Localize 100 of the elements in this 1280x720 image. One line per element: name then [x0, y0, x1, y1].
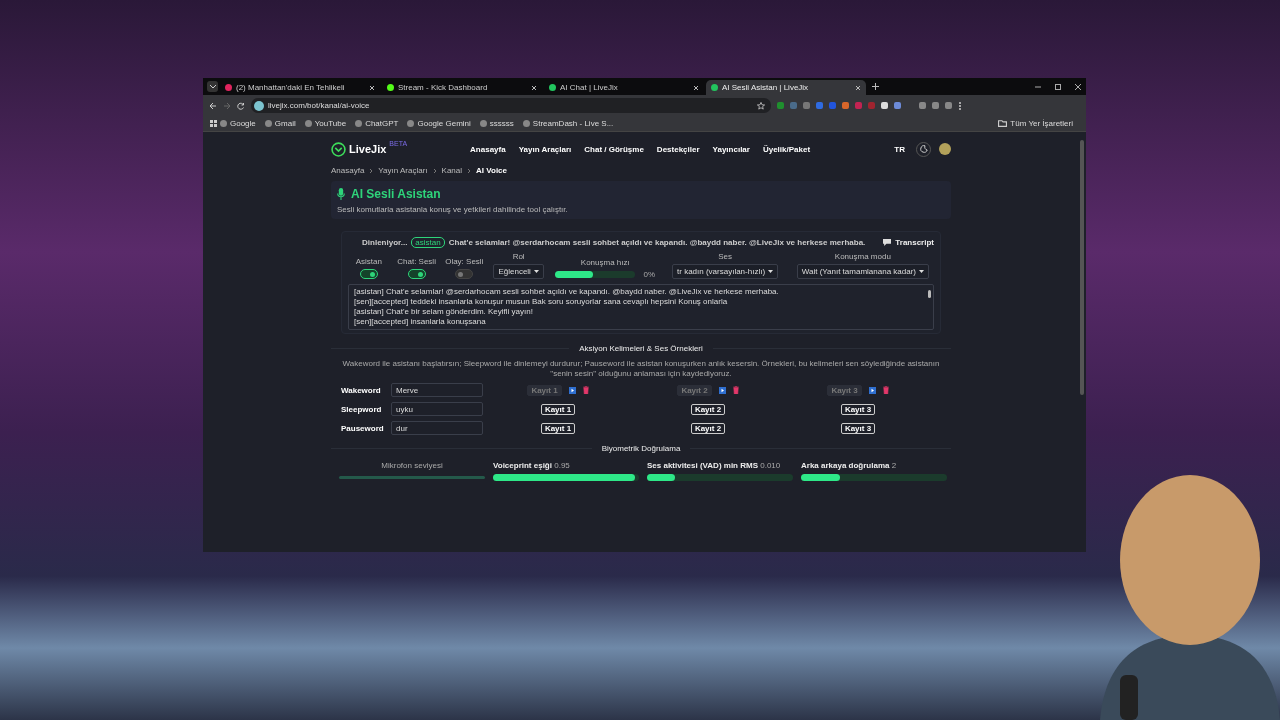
speed-slider[interactable] — [555, 271, 636, 278]
section-title: Aksiyon Kelimeleri & Ses Örnekleri — [578, 344, 704, 353]
close-icon[interactable] — [369, 84, 375, 91]
close-icon[interactable] — [855, 84, 861, 91]
record-button[interactable]: Kayıt 1 — [540, 422, 576, 434]
record-button[interactable]: Kayıt 3 — [840, 403, 876, 415]
bookmark-icon — [522, 120, 530, 127]
back-icon[interactable] — [209, 101, 217, 110]
bookmark-link[interactable]: YouTube — [314, 119, 347, 128]
bookmark-link[interactable]: Google — [230, 119, 256, 128]
scrollbar[interactable] — [1080, 140, 1084, 395]
browser-tab[interactable]: AI Sesli Asistan | LiveJix — [706, 80, 866, 95]
assistant-message: Chat'e selamlar! @serdarhocam sesli sohbet açıldı ve kapandı. @baydd naber. @LiveJix ve herkese merhaba. — [448, 238, 866, 247]
bookmark-link[interactable]: Gmail — [274, 119, 296, 128]
chevron-icon — [467, 167, 472, 174]
scrollbar[interactable] — [928, 290, 931, 298]
toggle-label: Asistan — [355, 257, 382, 266]
word-input-field[interactable]: Merve — [391, 383, 483, 397]
bookmark-link[interactable]: StreamDash - Live S... — [532, 119, 614, 128]
slider[interactable] — [801, 474, 947, 481]
breadcrumb-link[interactable]: Anasayfa — [331, 166, 365, 175]
word-input-field[interactable]: dur — [391, 421, 483, 435]
play-icon[interactable] — [568, 386, 576, 394]
nav-link[interactable]: Destekçiler — [656, 144, 700, 154]
address-bar[interactable]: livejix.com/bot/kanal/ai-voice — [251, 98, 771, 113]
breadcrumb-link[interactable]: Yayın Araçları — [378, 166, 428, 175]
chevron-icon — [432, 167, 437, 174]
toggle-switch[interactable] — [407, 269, 426, 279]
breadcrumb-link[interactable]: Kanal — [441, 166, 463, 175]
breadcrumb-link[interactable]: AI Voice — [476, 166, 508, 175]
bookmark-icon — [407, 120, 415, 127]
trash-icon[interactable] — [582, 386, 589, 394]
caret-icon[interactable] — [208, 83, 217, 90]
close-icon[interactable] — [1074, 82, 1082, 91]
transcript-button[interactable]: Transcript — [895, 238, 934, 247]
language-button[interactable]: TR — [894, 144, 905, 154]
bookmark-link[interactable]: Google Gemini — [417, 119, 471, 128]
record-button[interactable]: Kayıt 3 — [840, 422, 876, 434]
slider-label: Ses aktivitesi (VAD) min RMS 0.010 — [647, 461, 782, 470]
play-icon[interactable] — [868, 386, 876, 394]
slider[interactable] — [647, 474, 793, 481]
logo-text[interactable]: LiveJix — [349, 143, 387, 155]
maximize-icon[interactable] — [1054, 82, 1062, 91]
new-tab-icon[interactable] — [872, 83, 879, 90]
meter-label: Mikrofon seviyesi — [380, 461, 444, 470]
site-info-icon[interactable] — [254, 100, 264, 111]
record-button[interactable]: Kayıt 2 — [690, 403, 726, 415]
nav-link[interactable]: Yayıncılar — [712, 144, 750, 154]
mode-label: Konuşma modu — [834, 252, 891, 261]
toggle-label: Chat: Sesli — [397, 257, 436, 266]
log-line: [sen][accepted] insanlarla konuşsana — [354, 317, 487, 327]
chat-icon[interactable] — [883, 239, 892, 246]
nav-link[interactable]: Anasayfa — [470, 144, 506, 154]
bookmark-link[interactable]: ChatGPT — [365, 119, 399, 128]
role-label: Rol — [512, 252, 525, 261]
log-line: [asistan] Chat'e bir selam gönderdim. Keyifli yayın! — [354, 307, 534, 317]
word-input-field[interactable]: uyku — [391, 402, 483, 416]
mode-dropdown[interactable]: Wait (Yanıt tamamlanana kadar) — [796, 264, 929, 279]
role-dropdown[interactable]: Eğlenceli — [493, 264, 544, 279]
star-icon[interactable] — [757, 101, 765, 110]
browser-tab[interactable]: Stream - Kick Dashboard — [382, 80, 542, 95]
voice-dropdown[interactable]: tr kadın (varsayılan-hızlı) — [672, 264, 779, 279]
play-icon[interactable] — [718, 386, 726, 394]
bookmark-link[interactable]: ssssss — [489, 119, 514, 128]
reload-icon[interactable] — [237, 101, 245, 110]
word-label: Pauseword — [341, 423, 385, 433]
bookmark-icon — [264, 120, 272, 127]
nav-link[interactable]: Üyelik/Paket — [762, 144, 811, 154]
apps-icon[interactable] — [210, 120, 217, 127]
toggle-switch[interactable] — [359, 269, 378, 279]
moon-icon[interactable] — [919, 145, 928, 153]
nav-link[interactable]: Chat / Görüşme — [584, 144, 644, 154]
more-icon[interactable] — [958, 100, 962, 111]
folder-icon[interactable] — [998, 120, 1008, 127]
nav-link[interactable]: Yayın Araçları — [518, 144, 572, 154]
all-bookmarks-link[interactable]: Tüm Yer İşaretleri — [1010, 119, 1073, 128]
toggle-switch[interactable] — [455, 269, 474, 279]
voice-label: Ses — [718, 252, 732, 261]
log-line: [sen][accepted] teddeki insanlarla konuşur musun Bak soru soruyorlar sana cevaplı hepsini Konuş onlarla — [354, 297, 729, 307]
caret-icon — [533, 270, 539, 273]
browser-tab[interactable]: AI Chat | LiveJix — [544, 80, 704, 95]
record-button[interactable]: Kayıt 1 — [540, 403, 576, 415]
page-subtitle: Sesli komutlarla asistanla konuş ve yetkileri dahilinde tool çalıştır. — [337, 205, 569, 214]
browser-tab[interactable]: (2) Manhattan'daki En Tehlikeli — [220, 80, 380, 95]
log-line: [asistan] Chat'e selamlar! @serdarhocam sesli sohbet açıldı ve kapandı. @baydd naber. @LiveJix ve herkese merhaba. — [354, 287, 780, 297]
close-icon[interactable] — [693, 84, 699, 91]
logo-icon[interactable] — [331, 141, 346, 157]
chevron-icon — [369, 167, 374, 174]
close-icon[interactable] — [531, 84, 537, 91]
slider-label: Voiceprint eşiği 0.95 — [493, 461, 571, 470]
slider-label: Arka arkaya doğrulama 2 — [801, 461, 898, 470]
trash-icon[interactable] — [732, 386, 739, 394]
section-title: Biyometrik Doğrulama — [600, 444, 682, 453]
trash-icon[interactable] — [882, 386, 889, 394]
bookmark-icon — [304, 120, 312, 127]
toggle-label: Olay: Sesli — [445, 257, 484, 266]
caret-icon — [919, 270, 924, 273]
bookmark-icon — [479, 120, 487, 127]
avatar-circle[interactable] — [939, 143, 951, 155]
record-button[interactable]: Kayıt 2 — [690, 422, 726, 434]
